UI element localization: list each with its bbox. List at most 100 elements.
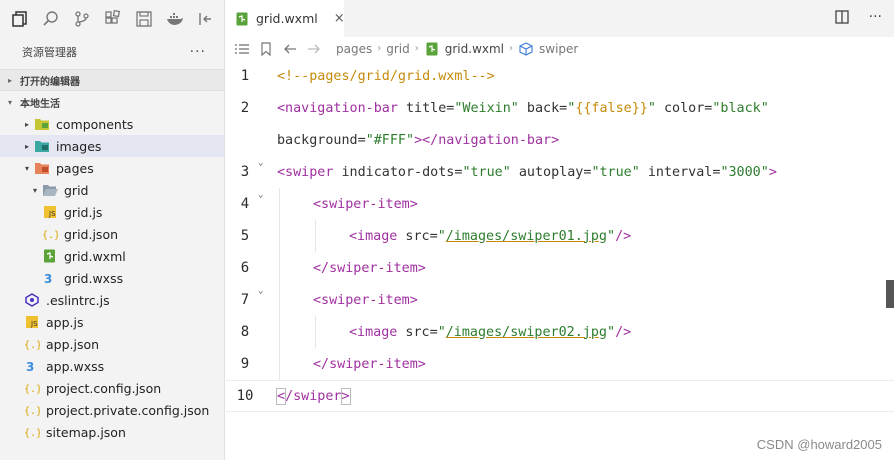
fold-chevron-icon[interactable]: ⌄ [258, 286, 268, 296]
code-token: "Weixin" [454, 100, 519, 116]
tree-item[interactable]: 3 grid.wxss [0, 267, 224, 289]
code-text: <image src="/images/swiper01.jpg"/> [349, 229, 631, 244]
search-icon[interactable] [40, 8, 62, 30]
open-editors-section[interactable]: ▸ 打开的编辑器 [0, 69, 224, 91]
workspace-section[interactable]: ▾ 本地生活 [0, 91, 224, 113]
code-token: " [607, 324, 616, 340]
collapse-panel-icon[interactable] [195, 8, 217, 30]
code-line[interactable]: background="#FFF"></navigation-bar> [226, 124, 894, 156]
breadcrumb-item-file[interactable]: grid.wxml [445, 42, 504, 56]
save-icon[interactable] [133, 8, 155, 30]
wxss-file-icon: 3 [42, 271, 58, 285]
explorer-sidebar: 资源管理器 ··· ▸ 打开的编辑器 ▾ 本地生活 ▸ components ▸ im… [0, 0, 225, 460]
tree-item[interactable]: ▸ images [0, 135, 224, 157]
code-line[interactable]: 5 <image src="/images/swiper01.jpg"/> [226, 220, 894, 252]
code-line[interactable]: 9 </swiper-item> [226, 348, 894, 380]
split-editor-icon[interactable] [834, 10, 849, 28]
code-line[interactable]: 2 <navigation-bar title="Weixin" back= "{{… [226, 92, 894, 124]
breadcrumb-item-swiper[interactable]: swiper [539, 42, 578, 56]
tree-item[interactable]: {.} sitemap.json [0, 421, 224, 443]
code-line[interactable]: 10 </swiper> [226, 380, 894, 412]
code-token: color= [655, 100, 713, 116]
code-line[interactable]: 4 ⌄ <swiper-item> [226, 188, 894, 220]
fold-chevron-icon[interactable]: ⌄ [258, 158, 268, 168]
scrollbar[interactable] [886, 280, 894, 308]
cube-icon [518, 41, 534, 57]
tree-item[interactable]: ▾ pages [0, 157, 224, 179]
code-token: < [275, 387, 287, 405]
explorer-title: 资源管理器 [22, 46, 77, 59]
js-file-icon: JS [24, 315, 40, 329]
editor-area: grid.wxml × ··· pages › grid › grid.wxml… [226, 0, 894, 460]
tree-item-label: app.json [46, 336, 100, 352]
code-text: <!--pages/grid/grid.wxml--> [277, 69, 495, 84]
tab-bar: grid.wxml × ··· [226, 0, 894, 37]
chevron-right-icon[interactable]: ▸ [20, 142, 34, 151]
code-token: title= [397, 100, 455, 116]
indent-guide [279, 284, 280, 316]
tree-item[interactable]: JS app.js [0, 311, 224, 333]
code-token: src= [397, 228, 438, 244]
line-number: 5 [240, 228, 250, 244]
close-tab-button[interactable]: × [334, 11, 345, 26]
tree-item[interactable]: .eslintrc.js [0, 289, 224, 311]
tab-label: grid.wxml [256, 11, 318, 26]
tree-item-label: app.js [46, 314, 84, 330]
files-icon[interactable] [9, 8, 31, 30]
chevron-down-icon[interactable]: ▾ [28, 186, 42, 195]
wxss-file-icon: 3 [24, 359, 40, 373]
code-text: </swiper-item> [313, 261, 426, 276]
code-token: indicator-dots= [333, 164, 463, 180]
svg-text:3: 3 [26, 360, 34, 373]
tree-item[interactable]: 3 app.wxss [0, 355, 224, 377]
workspace-label: 本地生活 [20, 98, 60, 110]
code-token: back= [518, 100, 568, 116]
docker-icon[interactable] [164, 8, 186, 30]
extensions-icon[interactable] [102, 8, 124, 30]
code-token: "black" [712, 100, 769, 116]
code-token: autoplay= [510, 164, 592, 180]
bookmark-icon[interactable] [258, 41, 274, 57]
code-line[interactable]: 6 </swiper-item> [226, 252, 894, 284]
code-line[interactable]: 3 ⌄ <swiper indicator-dots="true" autoplay… [226, 156, 894, 188]
tab-grid-wxml[interactable]: grid.wxml × [226, 0, 345, 37]
svg-text:{.}: {.} [42, 230, 58, 241]
more-actions-button[interactable]: ··· [190, 44, 206, 60]
more-actions-icon[interactable]: ··· [869, 10, 882, 28]
back-arrow-icon[interactable] [282, 41, 298, 57]
code-line[interactable]: 7 ⌄ <swiper-item> [226, 284, 894, 316]
source-control-icon[interactable] [71, 8, 93, 30]
list-icon[interactable] [234, 41, 250, 57]
fold-chevron-icon[interactable]: ⌄ [258, 190, 268, 200]
chevron-right-icon: ▸ [8, 75, 13, 85]
breadcrumb-item-pages[interactable]: pages [336, 42, 372, 56]
tree-item[interactable]: {.} grid.json [0, 223, 224, 245]
folder-pages-icon [34, 161, 50, 175]
breadcrumb-item-grid[interactable]: grid [386, 42, 410, 56]
tree-item[interactable]: {.} project.private.config.json [0, 399, 224, 421]
tree-item-label: project.config.json [46, 380, 162, 396]
tree-item[interactable]: ▸ components [0, 113, 224, 135]
tree-item[interactable]: grid.wxml [0, 245, 224, 267]
editor-actions: ··· [834, 10, 882, 28]
tree-item[interactable]: {.} project.config.json [0, 377, 224, 399]
code-text: <swiper indicator-dots="true" autoplay="… [277, 165, 777, 180]
tree-item[interactable]: {.} app.json [0, 333, 224, 355]
breadcrumb-separator: › [509, 43, 514, 54]
code-editor[interactable]: 1 <!--pages/grid/grid.wxml--> 2 <navigation… [226, 60, 894, 460]
chevron-down-icon[interactable]: ▾ [20, 164, 34, 173]
forward-arrow-icon[interactable] [306, 41, 322, 57]
chevron-right-icon[interactable]: ▸ [20, 120, 34, 129]
code-token: <navigation-bar [277, 100, 398, 116]
code-line[interactable]: 8 <image src="/images/swiper02.jpg"/> [226, 316, 894, 348]
code-line[interactable]: 1 <!--pages/grid/grid.wxml--> [226, 60, 894, 92]
indent-guide [315, 220, 316, 252]
svg-text:{.}: {.} [24, 340, 40, 351]
code-token: /images/swiper02.jpg [445, 324, 607, 340]
tree-item[interactable]: ▾ grid [0, 179, 224, 201]
code-text: <navigation-bar title="Weixin" back= "{{f… [277, 101, 769, 116]
code-token: " [437, 228, 446, 244]
tree-item[interactable]: JS grid.js [0, 201, 224, 223]
tree-item-label: grid.json [64, 226, 119, 242]
indent-guide [315, 316, 316, 348]
